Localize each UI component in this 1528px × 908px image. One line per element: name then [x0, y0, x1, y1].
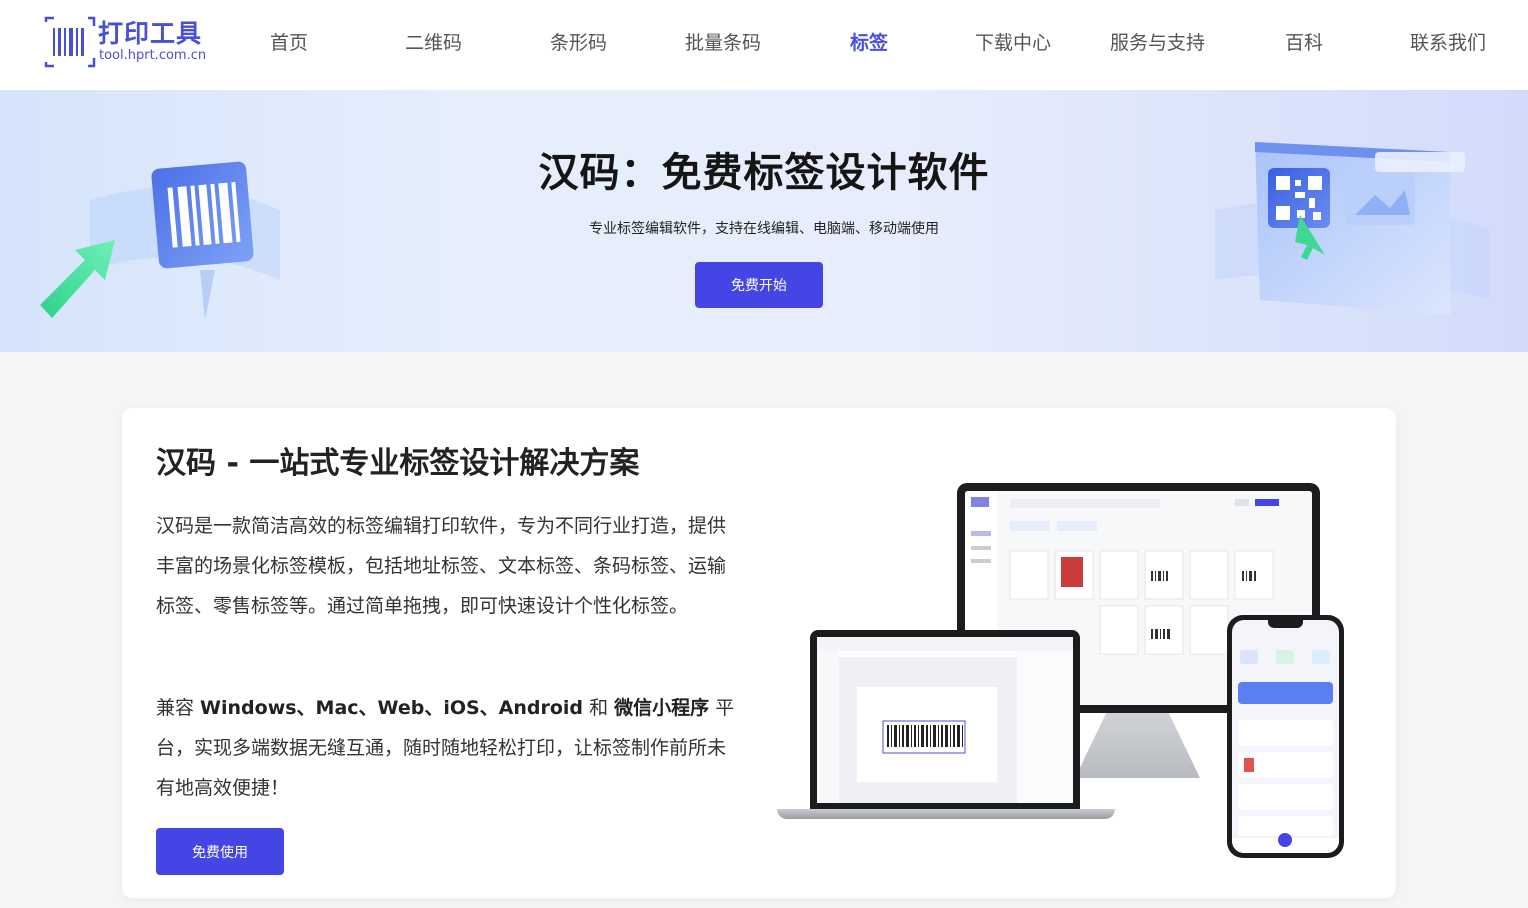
nav-contact[interactable]: 联系我们 [1410, 28, 1486, 55]
qrcode-window-illustration [1215, 142, 1490, 315]
mini-program: 微信小程序 [614, 697, 710, 719]
label-editor-mockup [817, 637, 1073, 803]
hero-banner: 汉码：免费标签设计软件 专业标签编辑软件，支持在线编辑、电脑端、移动端使用 免费… [0, 90, 1528, 352]
laptop-editor-screen [817, 637, 1073, 803]
mobile-phone [1227, 615, 1344, 858]
nav-service-support[interactable]: 服务与支持 [1110, 28, 1205, 55]
mobile-app-mockup [1232, 650, 1339, 853]
nav-batch-barcode[interactable]: 批量条码 [685, 28, 761, 55]
compatibility-paragraph: 兼容 Windows、Mac、Web、iOS、Android 和 微信小程序 平… [156, 688, 738, 808]
free-start-button[interactable]: 免费开始 [695, 262, 823, 308]
platform-list: Windows、Mac、Web、iOS、Android [200, 697, 584, 719]
section-title: 汉码 - 一站式专业标签设计解决方案 [156, 446, 640, 481]
monitor-stand [1075, 713, 1200, 778]
laptop-base [777, 809, 1115, 819]
nav-wiki[interactable]: 百科 [1285, 28, 1323, 55]
logo-domain[interactable]: tool.hprt.com.cn [99, 48, 206, 63]
nav-barcode[interactable]: 条形码 [550, 28, 607, 55]
nav-home[interactable]: 首页 [270, 28, 308, 55]
nav-qrcode[interactable]: 二维码 [405, 28, 462, 55]
compat-prefix: 兼容 [156, 697, 201, 719]
intro-paragraph: 汉码是一款简洁高效的标签编辑打印软件，专为不同行业打造，提供丰富的场景化标签模板… [156, 515, 727, 617]
laptop [810, 630, 1080, 810]
nav-label[interactable]: 标签 [850, 28, 888, 55]
nav-download-center[interactable]: 下载中心 [975, 28, 1051, 55]
mobile-app-screen [1232, 620, 1339, 853]
phone-notch [1268, 620, 1303, 628]
solution-card: 汉码 - 一站式专业标签设计解决方案 汉码是一款简洁高效的标签编辑打印软件，专为… [122, 408, 1396, 898]
free-use-button[interactable]: 免费使用 [156, 828, 284, 875]
devices-illustration [772, 478, 1352, 878]
logo-title[interactable]: 打印工具 [98, 14, 202, 50]
site-header: 打印工具 tool.hprt.com.cn 首页 二维码 条形码 批量条码 标签… [0, 0, 1528, 90]
compat-and: 和 [583, 697, 615, 719]
